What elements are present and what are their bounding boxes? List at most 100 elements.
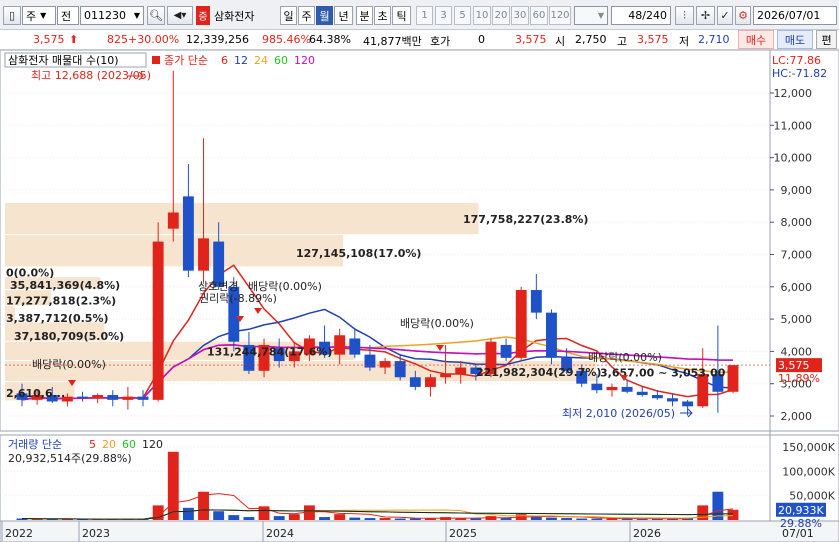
time-tick-label: 2024	[266, 527, 294, 540]
volume-current-label: 20,933K	[778, 504, 824, 517]
interval-label: 20	[494, 10, 508, 21]
sound-button[interactable]: ◀▾	[167, 6, 193, 25]
volume-bar	[288, 514, 300, 520]
open-label: 시	[555, 35, 566, 48]
count-value: 48	[628, 9, 643, 22]
volume-tick-label: 150,000K	[782, 441, 835, 454]
volume-bar	[364, 518, 376, 520]
candle-body	[152, 241, 164, 400]
interval-label: 3	[440, 10, 447, 21]
legend-ma-period: 120	[294, 54, 315, 67]
volume: 12,339,256	[186, 33, 249, 46]
current-rate-label: 11.89%	[778, 372, 820, 385]
speaker-icon: ◀▾	[173, 10, 187, 21]
volume-rate-label: 29.88%	[780, 517, 822, 530]
volume-bar	[621, 519, 633, 520]
price-tick-label: 8,000	[781, 216, 813, 229]
candle-type-button[interactable]: ⫶	[675, 6, 694, 25]
period-month[interactable]: 월	[316, 6, 333, 25]
check-icon: ✓	[720, 9, 730, 22]
market-select-value: 주	[26, 9, 37, 23]
price-tick-label: 4,000	[781, 345, 813, 358]
volume-ma-5	[21, 493, 734, 520]
volume-rate: 985.46%	[262, 33, 311, 46]
candle-body	[122, 396, 134, 400]
candle-body	[379, 361, 391, 368]
candle-body	[500, 344, 512, 358]
chart-menu-icon[interactable]: ▯	[3, 6, 21, 25]
price-tick-label: 2,000	[781, 410, 813, 423]
stock-code-value: 011230	[84, 9, 126, 22]
interval-1[interactable]: 1	[416, 6, 433, 25]
search-button[interactable]: 🔍︎	[147, 6, 165, 25]
candle-body	[77, 396, 88, 399]
interval-3[interactable]: 3	[435, 6, 452, 25]
date-field[interactable]: 2026/07/01	[753, 6, 837, 25]
volume-bar	[243, 517, 255, 520]
interval-20[interactable]: 20	[492, 6, 510, 25]
settings-button[interactable]: ⚙	[735, 6, 751, 25]
interval-10[interactable]: 10	[473, 6, 491, 25]
legend-ma-period: 12	[234, 54, 248, 67]
candle-body	[515, 290, 527, 358]
price-tick-label: 5,000	[781, 313, 813, 326]
stock-chart[interactable]: 12,000 11,000 10,000 9,000 8,000 7,000 6,000 5,…	[0, 49, 839, 542]
volume-profile-label: 37,180,709(5.0%)	[14, 330, 124, 343]
volume-profile-label: 2,610,6...	[6, 387, 65, 400]
market-select[interactable]: 주 ▼	[22, 6, 56, 25]
interval-30[interactable]: 30	[511, 6, 529, 25]
volume-bar	[727, 509, 739, 520]
volume-bar	[409, 518, 421, 520]
low-price: 2,710	[698, 33, 730, 46]
event-label: 배당락(0.00%)	[400, 317, 474, 330]
type-select[interactable]: 전	[57, 6, 79, 25]
cross-button[interactable]: ✢	[696, 6, 715, 25]
interval-120[interactable]: 120	[549, 6, 571, 25]
volume-bar	[319, 517, 330, 520]
change-rate: +30.00%	[128, 33, 180, 46]
chart-area[interactable]: 12,000 11,000 10,000 9,000 8,000 7,000 6,000 5,…	[0, 49, 839, 542]
low-note: 최저 2,010 (2026/05)	[562, 407, 675, 420]
stock-badge: 증	[196, 6, 210, 25]
volume-bar	[394, 518, 406, 520]
time-tick-label: 2025	[449, 527, 477, 540]
volume-profile-label: 127,145,108(17.0%)	[296, 247, 421, 260]
hoga-label: 호가	[430, 35, 451, 48]
period-day[interactable]: 일	[280, 6, 297, 25]
volume-legend-period: 60	[122, 438, 136, 451]
interval-custom[interactable]: ▼	[574, 6, 608, 25]
interval-label: 10	[475, 10, 489, 21]
chart-check-button[interactable]: ✓	[717, 6, 733, 25]
volume-legend-period: 5	[89, 438, 96, 451]
count-field[interactable]: 48/240	[611, 6, 671, 25]
volume-profile-label: 0(0.0%)	[6, 266, 54, 279]
period-second[interactable]: 초	[374, 6, 391, 25]
time-tick-label: 2026	[633, 527, 661, 540]
candle-body	[546, 312, 557, 358]
edit-button[interactable]: 편	[816, 30, 837, 49]
interval-60[interactable]: 60	[530, 6, 548, 25]
turnover: 64.38%	[309, 33, 351, 46]
volume-profile-label: 177,758,227(23.8%)	[463, 213, 588, 226]
stock-name-label: 삼화전자	[214, 9, 255, 23]
high-label: 고	[617, 35, 628, 48]
period-minute[interactable]: 분	[356, 6, 373, 25]
volume-bar	[500, 518, 512, 520]
period-week[interactable]: 주	[298, 6, 315, 25]
search-icon: 🔍︎	[149, 9, 163, 22]
interval-5[interactable]: 5	[454, 6, 471, 25]
volume-bar	[228, 515, 240, 520]
volume-bar	[182, 507, 194, 520]
sell-button[interactable]: 매도	[777, 30, 813, 49]
buy-button[interactable]: 매수	[738, 30, 774, 49]
volume-bar	[334, 514, 346, 520]
legend-ma-period: 60	[274, 54, 288, 67]
crosshair-icon: ✢	[700, 9, 711, 22]
candle-body	[530, 290, 542, 313]
lc-label: LC:77.86	[772, 54, 821, 67]
price-tick-label: 6,000	[781, 281, 813, 294]
stock-code-input[interactable]: 011230 ▼	[80, 6, 144, 25]
period-tick[interactable]: 틱	[392, 6, 411, 25]
period-year[interactable]: 년	[334, 6, 353, 25]
count-total: /240	[642, 9, 667, 22]
